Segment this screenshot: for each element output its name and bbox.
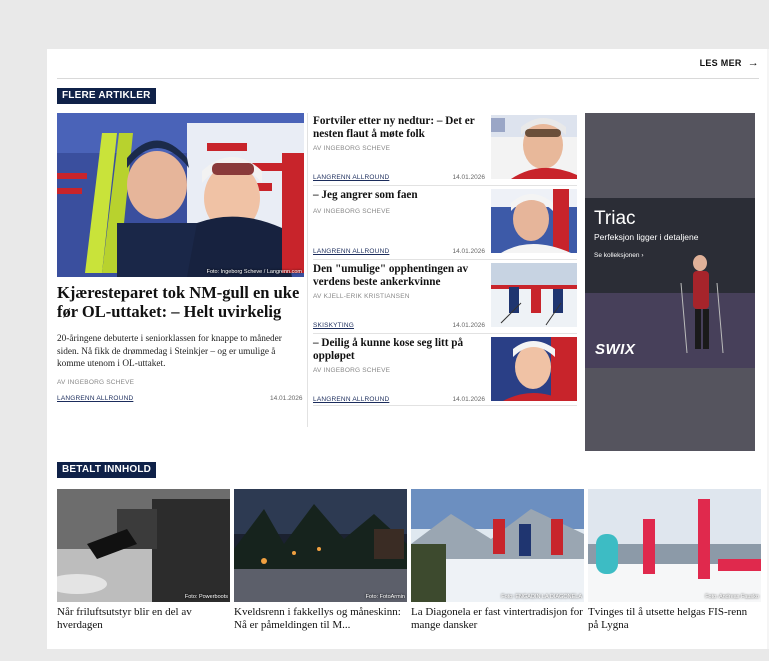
side-article-byline: AV INGEBORG SCHEVE (313, 145, 391, 152)
main-article-byline: AV INGEBORG SCHEVE (57, 379, 135, 386)
divider (313, 259, 577, 260)
paid-article-title[interactable]: Tvinges til å utsette helgas FIS-renn på… (588, 606, 760, 632)
side-article-category[interactable]: SKISKYTING (313, 322, 354, 329)
side-article-title[interactable]: – Jeg angrer som faen (313, 189, 485, 202)
ad-tagline: Perfeksjon ligger i detaljene (594, 232, 699, 242)
divider (313, 405, 577, 406)
photo-credit: Foto: Powerboots (184, 594, 228, 600)
side-article-byline: AV KJELL-ERIK KRISTIANSEN (313, 293, 410, 300)
paid-article-image[interactable]: Foto: FotoArmin (234, 489, 407, 602)
side-article-date: 14.01.2026 (452, 322, 485, 329)
side-article-date: 14.01.2026 (452, 248, 485, 255)
ad-title: Triac (594, 208, 636, 229)
side-article-title[interactable]: – Deilig å kunne kose seg litt på oppløp… (313, 337, 485, 362)
side-article-byline: AV INGEBORG SCHEVE (313, 367, 391, 374)
photo-credit: Foto: FotoArmin (365, 594, 405, 600)
side-article-date: 14.01.2026 (452, 174, 485, 181)
side-article-category[interactable]: LANGRENN ALLROUND (313, 174, 389, 181)
paid-article-image[interactable]: Foto: ENGADIN LA DIAGONELA (411, 489, 584, 602)
main-article-lede: 20-åringene debuterte i seniorklassen fo… (57, 334, 282, 369)
divider (57, 78, 759, 79)
ad-cta[interactable]: Se kolleksjonen › (594, 252, 644, 259)
side-article-title[interactable]: Fortviler etter ny nedtur: – Det er nest… (313, 115, 485, 140)
photo-credit: Foto: Ingeborg Scheve / Langrenn.com (206, 269, 302, 275)
side-article-title[interactable]: Den "umulige" opphentingen av verdens be… (313, 263, 485, 288)
photo-credit: Foto: ENGADIN LA DIAGONELA (501, 594, 582, 600)
arrow-right-icon: → (747, 57, 759, 69)
side-article-date: 14.01.2026 (452, 396, 485, 403)
paid-article-image[interactable]: Foto: Andreas Fausko (588, 489, 761, 602)
divider (313, 333, 577, 334)
advertisement[interactable]: Triac Perfeksjon ligger i detaljene Se k… (585, 113, 755, 451)
side-article[interactable]: Fortviler etter ny nedtur: – Det er nest… (313, 115, 577, 181)
section-label-flere-artikler: FLERE ARTIKLER (57, 88, 156, 104)
side-article-category[interactable]: LANGRENN ALLROUND (313, 396, 389, 403)
main-article-date: 14.01.2026 (270, 395, 303, 402)
main-article-category[interactable]: LANGRENN ALLROUND (57, 395, 133, 402)
paid-article-title[interactable]: Kveldsrenn i fakkellys og måneskinn: Nå … (234, 606, 406, 632)
side-article-image[interactable] (491, 115, 577, 179)
swix-logo: SWIX (595, 341, 636, 358)
divider (313, 185, 577, 186)
top-bar (0, 0, 769, 44)
les-mer-label: LES MER (699, 58, 742, 68)
les-mer-link[interactable]: LES MER → (700, 57, 759, 69)
side-article-image[interactable] (491, 337, 577, 401)
article-listing: LES MER → FLERE ARTIKLER Foto: Ingeborg (47, 49, 767, 649)
column-divider (307, 113, 308, 427)
side-article-image[interactable] (491, 263, 577, 327)
side-article[interactable]: – Deilig å kunne kose seg litt på oppløp… (313, 337, 577, 403)
side-article-image[interactable] (491, 189, 577, 253)
section-label-betalt-innhold: BETALT INNHOLD (57, 462, 157, 478)
main-article-image[interactable]: Foto: Ingeborg Scheve / Langrenn.com (57, 113, 304, 277)
side-article[interactable]: Den "umulige" opphentingen av verdens be… (313, 263, 577, 329)
side-article-byline: AV INGEBORG SCHEVE (313, 208, 391, 215)
side-article-category[interactable]: LANGRENN ALLROUND (313, 248, 389, 255)
paid-article-title[interactable]: Når friluftsutstyr blir en del av hverda… (57, 606, 229, 632)
paid-article-title[interactable]: La Diagonela er fast vintertradisjon for… (411, 606, 583, 632)
paid-article-image[interactable]: Foto: Powerboots (57, 489, 230, 602)
photo-credit: Foto: Andreas Fausko (705, 594, 759, 600)
main-article-title[interactable]: Kjæresteparet tok NM-gull en uke før OL-… (57, 283, 307, 321)
side-article[interactable]: – Jeg angrer som faen AV INGEBORG SCHEVE… (313, 189, 577, 255)
